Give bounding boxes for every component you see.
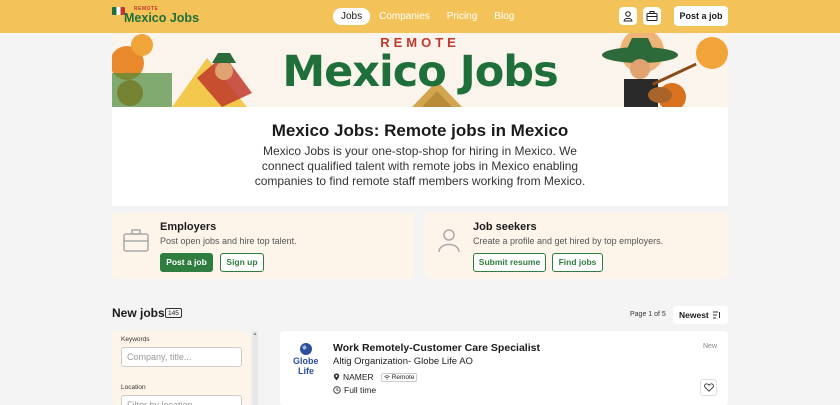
submit-resume-button[interactable]: Submit resume	[473, 253, 546, 272]
company-logo-text-1: Globe	[293, 356, 319, 366]
globe-icon	[300, 343, 312, 355]
page-description: Mexico Jobs is your one-stop-shop for hi…	[254, 144, 586, 188]
sort-dropdown[interactable]: Newest	[673, 306, 728, 324]
account-button[interactable]	[619, 7, 637, 25]
post-job-button[interactable]: Post a job	[674, 6, 728, 26]
nav-link-pricing[interactable]: Pricing	[439, 8, 486, 25]
find-jobs-button[interactable]: Find jobs	[552, 253, 603, 272]
top-nav: REMOTE Mexico Jobs Jobs Companies Pricin…	[0, 0, 840, 33]
new-jobs-heading: New jobs	[112, 306, 165, 320]
employers-title: Employers	[160, 221, 217, 233]
job-location: NAMER Remote	[333, 372, 418, 382]
briefcase-icon	[646, 11, 658, 21]
remote-tag: Remote	[380, 372, 418, 382]
clock-icon	[333, 386, 341, 394]
nav-links: Jobs Companies Pricing Blog	[333, 8, 523, 25]
employers-sign-up-button[interactable]: Sign up	[220, 253, 264, 272]
heart-icon	[703, 383, 714, 392]
save-job-button[interactable]	[700, 379, 717, 396]
scroll-up-icon[interactable]: ▲	[252, 331, 258, 337]
remote-tag-text: Remote	[391, 373, 415, 381]
banner-title: Mexico Jobs	[282, 47, 558, 97]
keywords-label: Keywords	[121, 336, 150, 343]
sort-label: Newest	[679, 310, 709, 320]
keywords-input[interactable]: Company, title...	[121, 347, 242, 367]
employers-card: Employers Post open jobs and hire top ta…	[112, 213, 414, 279]
company-logo: Globe Life	[292, 342, 320, 376]
employers-subtitle: Post open jobs and hire top talent.	[160, 236, 297, 246]
site-logo[interactable]: REMOTE Mexico Jobs	[112, 6, 200, 26]
job-location-text: NAMER	[343, 372, 374, 382]
filters-panel: Keywords Company, title... Location Filt…	[112, 331, 250, 405]
location-label: Location	[121, 384, 146, 391]
new-badge: New	[703, 343, 718, 350]
job-type: Full time	[333, 385, 376, 395]
employers-post-job-button[interactable]: Post a job	[160, 253, 213, 272]
user-icon	[438, 229, 460, 253]
job-company: Altig Organization- Globe Life AO	[333, 356, 473, 367]
location-pin-icon	[333, 373, 340, 381]
filters-scrollbar[interactable]	[252, 331, 258, 405]
jobs-count-badge: 145	[165, 308, 182, 318]
logo-text: Mexico Jobs	[124, 11, 200, 25]
page-title: Mexico Jobs: Remote jobs in Mexico	[271, 121, 569, 140]
hero-section: REMOTE Mexico Jobs Mexico Jobs: Remote j…	[112, 33, 728, 206]
job-type-text: Full time	[344, 385, 377, 395]
employer-button[interactable]	[643, 7, 661, 25]
seekers-card: Job seekers Create a profile and get hir…	[425, 213, 728, 279]
wifi-icon	[383, 374, 390, 380]
nav-link-jobs[interactable]: Jobs	[333, 8, 371, 25]
user-icon	[623, 11, 633, 22]
hero-banner: REMOTE Mexico Jobs	[112, 33, 728, 107]
nav-link-companies[interactable]: Companies	[371, 8, 438, 25]
seekers-title: Job seekers	[473, 221, 537, 233]
briefcase-icon	[123, 229, 149, 252]
nav-link-blog[interactable]: Blog	[486, 8, 522, 25]
sort-icon	[713, 311, 720, 319]
job-title[interactable]: Work Remotely-Customer Care Specialist	[333, 342, 540, 354]
seekers-subtitle: Create a profile and get hired by top em…	[473, 236, 664, 246]
page-info: Page 1 of 5	[630, 311, 666, 318]
location-input[interactable]: Filter by location...	[121, 395, 242, 405]
company-logo-text-2: Life	[298, 366, 315, 376]
job-card[interactable]: Globe Life Work Remotely-Customer Care S…	[280, 331, 728, 405]
